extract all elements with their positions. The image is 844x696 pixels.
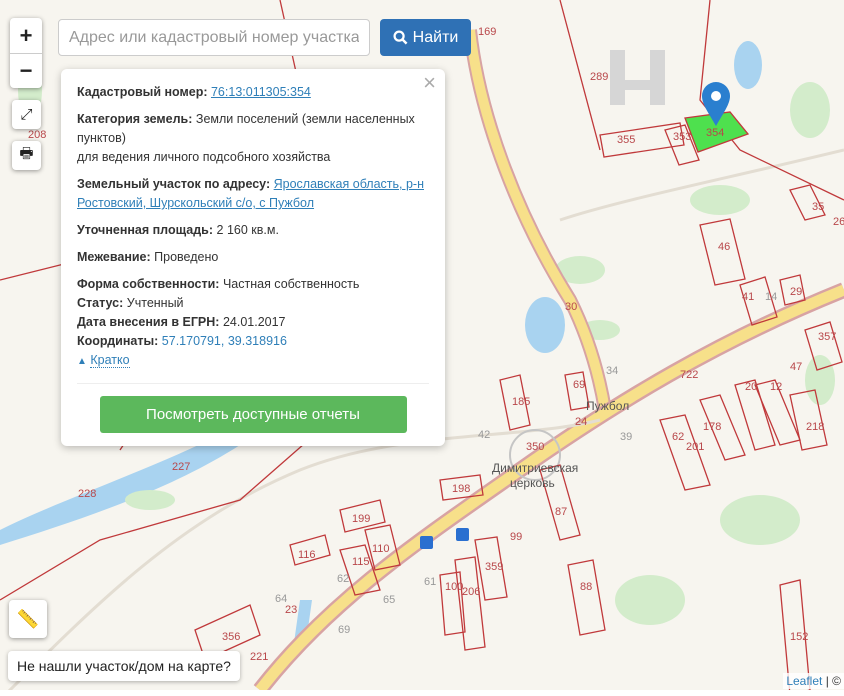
map-label: 20	[745, 381, 757, 393]
map-label: 62	[337, 573, 349, 585]
map-label: 29	[790, 286, 802, 298]
map-label: 14	[765, 291, 777, 303]
print-button[interactable]: 🖶	[12, 141, 41, 170]
zoom-in-button[interactable]: +	[10, 19, 42, 53]
map-label: 87	[555, 506, 567, 518]
map-label: 356	[222, 631, 240, 643]
area-value: 2 160 кв.м.	[216, 223, 279, 237]
ownership-value: Частная собственность	[222, 277, 360, 291]
view-reports-button[interactable]: Посмотреть доступные отчеты	[99, 396, 407, 433]
map-label: 30	[565, 301, 577, 313]
cadastral-label: Кадастровый номер:	[77, 85, 208, 99]
map-label: 65	[383, 594, 395, 606]
map-label: 115	[352, 556, 370, 568]
map-label: церковь	[510, 476, 555, 490]
attribution: Leaflet | ©	[783, 673, 844, 689]
survey-label: Межевание:	[77, 250, 151, 264]
fullscreen-button[interactable]: ⤢	[12, 100, 41, 129]
map-label: 39	[620, 431, 632, 443]
coordinates-label: Координаты:	[77, 334, 159, 348]
search-button[interactable]: Найти	[380, 19, 471, 56]
bus-stop-icon[interactable]	[420, 536, 433, 549]
divider	[77, 383, 429, 384]
category-use: для ведения личного подсобного хозяйства	[77, 150, 331, 164]
map-label: 12	[770, 381, 782, 393]
map-label: 152	[790, 631, 808, 643]
map-label: 35	[812, 201, 824, 213]
not-found-button[interactable]: Не нашли участок/дом на карте?	[8, 651, 240, 681]
zoom-control: + −	[10, 18, 42, 88]
map-label: 169	[478, 26, 496, 38]
area-label: Уточненная площадь:	[77, 223, 214, 237]
map-label: 41	[742, 291, 754, 303]
map-label: 99	[510, 531, 522, 543]
leaflet-link[interactable]: Leaflet	[786, 674, 822, 688]
map-label: 26	[833, 216, 844, 228]
map-label: 62	[672, 431, 684, 443]
map-label: 69	[573, 379, 585, 391]
map-label: 228	[78, 488, 96, 500]
map-label: 110	[372, 543, 390, 555]
map-label: 357	[818, 331, 836, 343]
map-label: 198	[452, 483, 470, 495]
search-icon	[393, 30, 408, 45]
search-button-label: Найти	[412, 28, 459, 46]
ruler-icon: 📏	[16, 608, 40, 629]
map-label: 100	[445, 581, 463, 593]
map-label: 353	[673, 131, 691, 143]
map-label: 359	[485, 561, 503, 573]
map-label: 178	[703, 421, 721, 433]
status-label: Статус:	[77, 296, 124, 310]
pond	[734, 41, 762, 89]
map-label: 350	[526, 441, 544, 453]
survey-value: Проведено	[154, 250, 219, 264]
map-label: 42	[478, 429, 490, 441]
brief-toggle[interactable]: Кратко	[90, 353, 130, 368]
expand-icon: ⤢	[20, 106, 33, 123]
map-label: 355	[617, 134, 635, 146]
map-label: Димитриевская	[492, 461, 578, 475]
map-label: 227	[172, 461, 190, 473]
attribution-text: | ©	[822, 674, 841, 688]
map-label: 69	[338, 624, 350, 636]
zoom-out-button[interactable]: −	[10, 52, 42, 88]
map-label: 23	[285, 604, 297, 616]
map-label: 116	[298, 549, 316, 561]
map-label: 201	[686, 441, 704, 453]
map-label: 199	[352, 513, 370, 525]
map-label: 218	[806, 421, 824, 433]
close-icon[interactable]: ×	[423, 72, 436, 94]
pond	[525, 297, 565, 353]
ownership-label: Форма собственности:	[77, 277, 220, 291]
map-label: 47	[790, 361, 802, 373]
map-label: 185	[512, 396, 530, 408]
parcel-info-popup: × Кадастровый номер: 76:13:011305:354 Ка…	[61, 69, 445, 446]
status-value: Учтенный	[126, 296, 184, 310]
map-label: 24	[575, 416, 587, 428]
category-label: Категория земель:	[77, 112, 193, 126]
measure-button[interactable]: 📏	[9, 600, 47, 638]
map-label: 221	[250, 651, 268, 663]
egrn-date-label: Дата внесения в ЕГРН:	[77, 315, 220, 329]
egrn-date-value: 24.01.2017	[222, 315, 286, 329]
bus-stop-icon[interactable]	[456, 528, 469, 541]
caret-up-icon: ▲	[77, 356, 87, 367]
coordinates-link[interactable]: 57.170791, 39.318916	[162, 334, 287, 348]
map-label: 354	[706, 127, 724, 139]
map-label: 46	[718, 241, 730, 253]
print-icon: 🖶	[19, 145, 34, 162]
map-label: 206	[462, 586, 480, 598]
map-label: 722	[680, 369, 698, 381]
map-label: 61	[424, 576, 436, 588]
map-label: 289	[590, 71, 608, 83]
building	[610, 50, 665, 105]
map-label: Пужбол	[586, 399, 629, 413]
map-label: 208	[28, 129, 46, 141]
map-label: 88	[580, 581, 592, 593]
map-label: 34	[606, 365, 618, 377]
address-label: Земельный участок по адресу:	[77, 177, 271, 191]
search-input[interactable]	[58, 19, 370, 56]
cadastral-number-link[interactable]: 76:13:011305:354	[211, 85, 311, 99]
